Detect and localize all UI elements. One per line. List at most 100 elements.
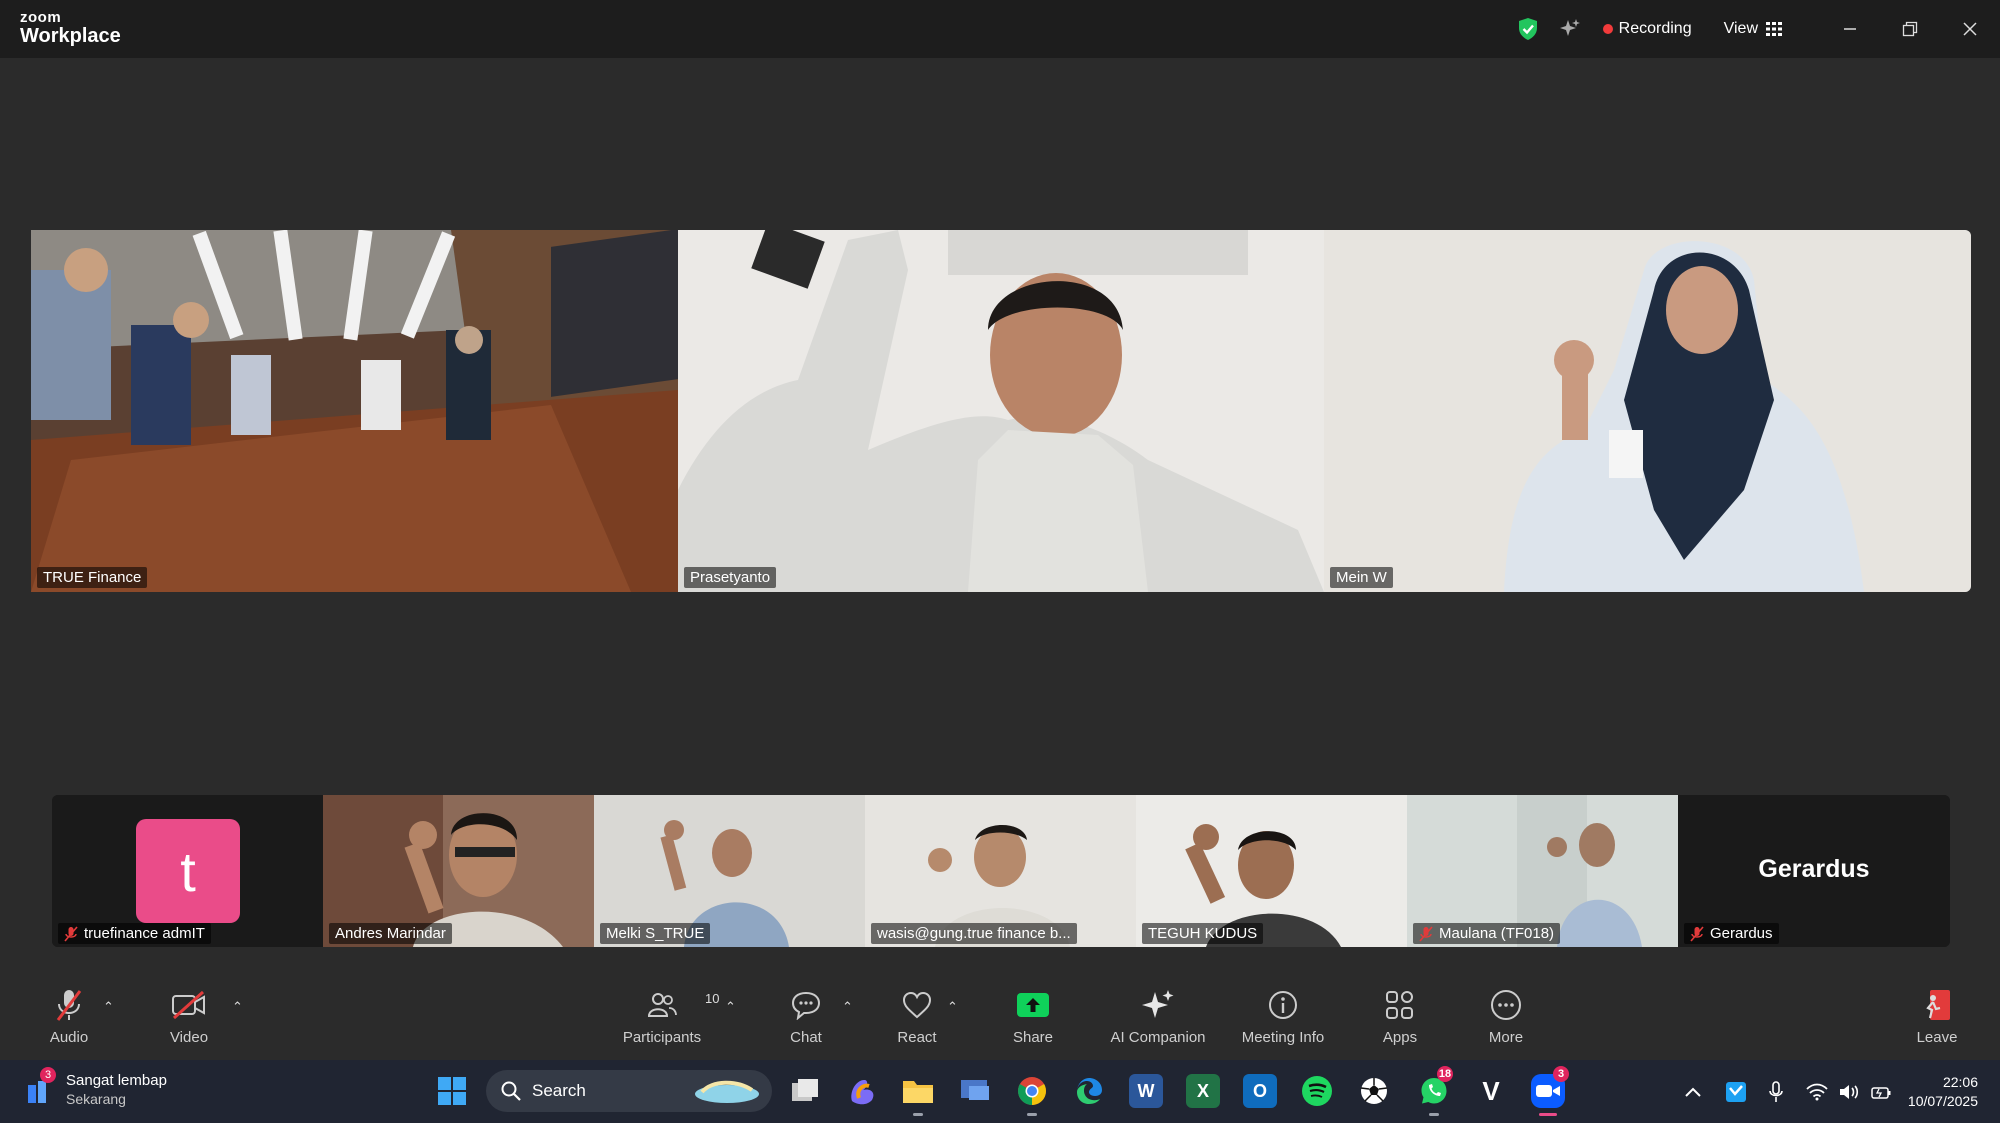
wifi-icon[interactable]: [1806, 1083, 1828, 1101]
minimize-icon: [1844, 28, 1856, 30]
ai-sparkle-icon[interactable]: [1559, 18, 1581, 40]
chat-options-chevron-icon[interactable]: ⌃: [842, 999, 853, 1015]
meeting-info-button[interactable]: Meeting Info: [1228, 985, 1338, 1046]
chat-button[interactable]: Chat: [751, 985, 861, 1046]
weather-badge: 3: [40, 1067, 56, 1084]
taskbar-clock[interactable]: 22:06 10/07/2025: [1908, 1073, 1978, 1111]
participant-name: wasis@gung.true finance b...: [877, 925, 1071, 942]
video-options-chevron-icon[interactable]: ⌃: [232, 999, 243, 1015]
volume-icon[interactable]: [1838, 1083, 1860, 1101]
strip-tile-melki-s-true[interactable]: Melki S_TRUE: [594, 795, 865, 947]
football-app[interactable]: [1357, 1074, 1391, 1108]
recording-label: Recording: [1618, 20, 1692, 37]
participant-name-tag: Melki S_TRUE: [600, 923, 711, 944]
avatar: t: [136, 819, 240, 923]
tray-app-icon[interactable]: [1724, 1080, 1748, 1104]
leave-label: Leave: [1916, 1029, 1958, 1046]
apps-button[interactable]: Apps: [1345, 985, 1455, 1046]
strip-tile-maulana[interactable]: Maulana (TF018): [1407, 795, 1678, 947]
whatsapp-badge: 18: [1437, 1066, 1453, 1082]
participant-name-tag: TRUE Finance: [37, 567, 148, 588]
strip-tile-truefinance-admit[interactable]: t truefinance admIT: [52, 795, 323, 947]
participant-name: TRUE Finance: [43, 569, 142, 586]
recording-indicator[interactable]: Recording: [1602, 20, 1692, 38]
word-app[interactable]: W: [1129, 1074, 1163, 1108]
whatsapp-app[interactable]: 18: [1417, 1066, 1453, 1116]
ai-companion-button[interactable]: AI Companion: [1103, 985, 1213, 1046]
audio-button[interactable]: Audio: [14, 985, 124, 1046]
meeting-info-label: Meeting Info: [1241, 1029, 1325, 1046]
copilot-icon: [851, 1079, 874, 1105]
participants-button[interactable]: 10 Participants: [607, 985, 720, 1046]
remote-desktop-icon: [961, 1080, 989, 1100]
share-label: Share: [1012, 1029, 1054, 1046]
leave-door-icon: [1926, 990, 1950, 1020]
battery-icon[interactable]: [1870, 1083, 1892, 1101]
restore-icon: [1902, 21, 1918, 37]
react-options-chevron-icon[interactable]: ⌃: [947, 999, 958, 1015]
copilot-app[interactable]: [845, 1074, 879, 1108]
strip-tile-teguh-kudus[interactable]: TEGUH KUDUS: [1136, 795, 1407, 947]
microphone-icon[interactable]: [1768, 1080, 1784, 1104]
search-highlight-icon: [695, 1080, 759, 1103]
search-icon: [501, 1081, 521, 1101]
strip-tile-wasis[interactable]: wasis@gung.true finance b...: [865, 795, 1136, 947]
participant-name-tag: Gerardus: [1684, 923, 1779, 944]
video-off-icon: [172, 990, 205, 1020]
conference-room-video: [31, 230, 678, 592]
share-screen-icon: [1017, 993, 1049, 1017]
clock-time: 22:06: [1942, 1073, 1978, 1090]
apps-label: Apps: [1382, 1029, 1418, 1046]
excel-app[interactable]: X: [1186, 1074, 1220, 1108]
start-button[interactable]: [435, 1074, 469, 1108]
participant-name: Prasetyanto: [690, 569, 771, 586]
strip-tile-andres-marindar[interactable]: Andres Marindar: [323, 795, 594, 947]
view-button[interactable]: View: [1724, 20, 1782, 38]
show-hidden-icons-chevron-icon[interactable]: [1684, 1086, 1702, 1098]
security-shield-icon[interactable]: [1517, 17, 1539, 41]
minimize-button[interactable]: [1820, 0, 1880, 58]
task-view-button[interactable]: [788, 1074, 822, 1108]
video-tile-prasetyanto[interactable]: Prasetyanto: [678, 230, 1324, 592]
remote-desktop-app[interactable]: [958, 1074, 992, 1108]
video-tile-true-finance[interactable]: TRUE Finance: [31, 230, 678, 592]
system-tray: 22:06 10/07/2025: [1684, 1060, 2000, 1123]
spotify-app[interactable]: [1300, 1074, 1334, 1108]
zoom-workplace-logo: zoom Workplace: [20, 10, 121, 46]
chat-label: Chat: [790, 1029, 822, 1046]
participants-options-chevron-icon[interactable]: ⌃: [725, 999, 736, 1015]
participant-name-tag: Andres Marindar: [329, 923, 452, 944]
weather-widget[interactable]: 3 Sangat lembap Sekarang: [22, 1067, 167, 1108]
participant-name: Melki S_TRUE: [606, 925, 705, 942]
zoom-badge: 3: [1553, 1066, 1569, 1082]
chrome-app[interactable]: [1015, 1074, 1049, 1116]
leave-button[interactable]: Leave: [1882, 985, 1992, 1046]
participant-name: truefinance admIT: [84, 925, 205, 942]
video-button[interactable]: Video: [134, 985, 244, 1046]
logo-text-bottom: Workplace: [20, 25, 121, 47]
taskbar-search-box[interactable]: Search: [486, 1070, 772, 1112]
windows-taskbar: 3 Sangat lembap Sekarang Search W X O 18…: [0, 1060, 2000, 1123]
audio-options-chevron-icon[interactable]: ⌃: [103, 999, 114, 1015]
muted-mic-icon: [64, 925, 78, 942]
participant-video-prasetyanto: [678, 230, 1324, 592]
participant-name-tag: truefinance admIT: [58, 923, 211, 944]
vortex-app[interactable]: V: [1474, 1074, 1508, 1108]
edge-app[interactable]: [1072, 1074, 1106, 1108]
close-button[interactable]: [1940, 0, 2000, 58]
edge-icon: [1077, 1078, 1102, 1104]
strip-tile-gerardus[interactable]: Gerardus Gerardus: [1678, 795, 1950, 947]
file-explorer-app[interactable]: [901, 1074, 935, 1116]
share-button[interactable]: Share: [978, 985, 1088, 1046]
react-button[interactable]: React: [862, 985, 972, 1046]
participant-name-tag: Prasetyanto: [684, 567, 777, 588]
restore-button[interactable]: [1880, 0, 1940, 58]
video-label: Video: [169, 1029, 209, 1046]
video-tile-mein-w[interactable]: Mein W: [1324, 230, 1971, 592]
outlook-app[interactable]: O: [1243, 1074, 1277, 1108]
more-button[interactable]: More: [1451, 985, 1561, 1046]
muted-mic-icon: [1419, 925, 1433, 942]
ai-companion-label: AI Companion: [1110, 1029, 1206, 1046]
running-indicator: [1429, 1113, 1439, 1116]
zoom-app[interactable]: 3: [1531, 1066, 1569, 1116]
